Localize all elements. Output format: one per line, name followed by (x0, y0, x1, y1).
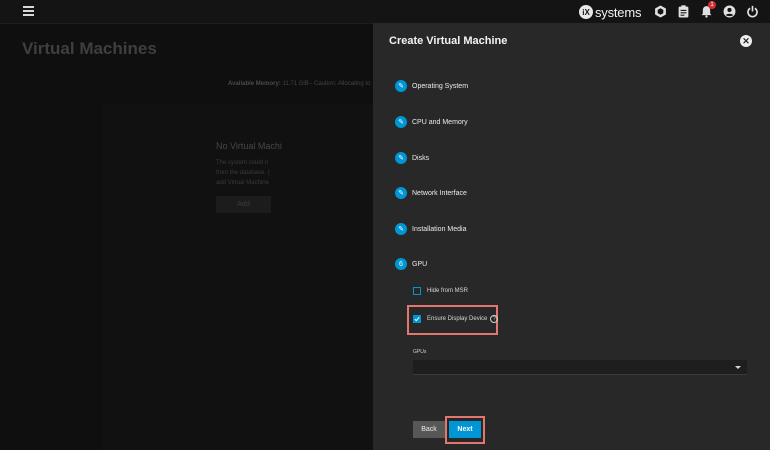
page-title: Virtual Machines (22, 39, 157, 58)
notification-badge: 1 (708, 1, 716, 9)
top-bar: iX systems 1 (0, 0, 770, 24)
empty-state-description: The system could n from the database. ( … (216, 158, 270, 188)
empty-desc-line: The system could n (216, 160, 269, 166)
checkbox-label: Ensure Display Device (427, 316, 488, 322)
memory-label: Available Memory: (228, 81, 281, 87)
brand-logo: iX systems (579, 4, 641, 20)
step-label: Network Interface (412, 189, 467, 197)
clipboard-icon[interactable] (677, 5, 690, 18)
back-button[interactable]: Back (413, 421, 445, 438)
empty-state-card (102, 104, 373, 450)
panel-title: Create Virtual Machine (389, 35, 508, 47)
available-memory: Available Memory: 11.71 GiB - Caution: A… (228, 81, 370, 87)
power-icon[interactable] (746, 5, 759, 18)
close-button[interactable]: ✕ (740, 35, 752, 47)
notifications-button[interactable]: 1 (700, 1, 716, 18)
menu-icon[interactable] (23, 6, 34, 16)
step-number: 6 (395, 258, 407, 270)
empty-state-title: No Virtual Machi (216, 141, 282, 151)
pencil-icon: ✎ (395, 80, 407, 92)
pencil-icon: ✎ (395, 187, 407, 199)
step-label: GPU (412, 260, 428, 268)
pencil-icon: ✎ (395, 116, 407, 128)
next-button[interactable]: Next (449, 421, 481, 438)
account-icon[interactable] (723, 5, 736, 18)
step-disks[interactable]: ✎ Disks (395, 151, 429, 165)
step-label: CPU and Memory (412, 118, 468, 126)
brand-mark: iX (579, 5, 593, 19)
help-icon[interactable]: ? (490, 315, 499, 323)
add-vm-button: Add (216, 196, 271, 213)
empty-desc-line: add Virtual Machine (216, 180, 269, 186)
truecommand-icon[interactable] (654, 5, 667, 18)
step-operating-system[interactable]: ✎ Operating System (395, 79, 468, 93)
virtual-machines-page: Virtual Machines Available Memory: 11.71… (0, 24, 373, 450)
ensure-display-device-checkbox[interactable]: Ensure Display Device ? (413, 315, 499, 323)
close-icon: ✕ (742, 35, 750, 46)
panel-header: Create Virtual Machine ✕ (373, 23, 770, 60)
brand-text: systems (595, 4, 642, 20)
step-network-interface[interactable]: ✎ Network Interface (395, 186, 467, 200)
step-label: Installation Media (412, 225, 467, 233)
pencil-icon: ✎ (395, 152, 407, 164)
step-cpu-and-memory[interactable]: ✎ CPU and Memory (395, 115, 468, 129)
chevron-down-icon (735, 366, 741, 369)
memory-value: 11.71 GiB - Caution: Allocating to (282, 81, 371, 87)
create-vm-panel: Create Virtual Machine ✕ ✎ Operating Sys… (373, 23, 770, 450)
step-installation-media[interactable]: ✎ Installation Media (395, 222, 466, 236)
step-label: Disks (412, 154, 430, 162)
gpus-select[interactable] (413, 360, 747, 375)
step-label: Operating System (412, 82, 469, 90)
gpus-label: GPUs (413, 349, 427, 355)
checkmark-icon (414, 316, 420, 322)
empty-desc-line: from the database. ( (216, 170, 270, 176)
checkbox-box (413, 287, 421, 295)
checkbox-box (413, 315, 421, 323)
hide-from-msr-checkbox[interactable]: Hide from MSR (413, 287, 468, 295)
pencil-icon: ✎ (395, 223, 407, 235)
step-gpu[interactable]: 6 GPU (395, 257, 427, 271)
checkbox-label: Hide from MSR (427, 288, 469, 294)
